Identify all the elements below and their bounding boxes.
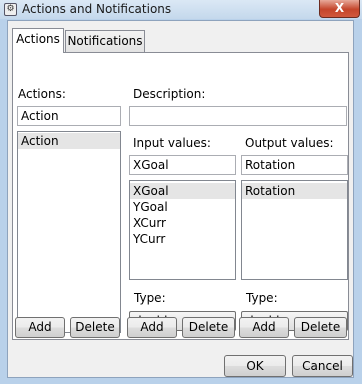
- input-values-list[interactable]: XGoal YGoal XCurr YCurr: [129, 180, 236, 280]
- description-label: Description:: [133, 87, 206, 101]
- delete-output-button[interactable]: Delete: [294, 317, 347, 338]
- list-item[interactable]: XGoal: [130, 183, 235, 199]
- ok-button[interactable]: OK: [224, 355, 286, 377]
- add-output-button[interactable]: Add: [239, 317, 289, 338]
- input-values-label: Input values:: [133, 136, 211, 150]
- list-item[interactable]: YGoal: [130, 199, 235, 215]
- input-value-name-field[interactable]: XGoal: [129, 155, 236, 175]
- gear-icon: ⚙: [4, 3, 17, 16]
- list-item[interactable]: XCurr: [130, 215, 235, 231]
- actions-tab-panel: Actions: Action Action Description: Inpu…: [12, 52, 349, 340]
- action-name-field[interactable]: Action: [17, 106, 121, 126]
- list-item[interactable]: Rotation: [242, 183, 347, 199]
- actions-label: Actions:: [18, 87, 66, 101]
- delete-action-button[interactable]: Delete: [70, 317, 120, 338]
- list-item[interactable]: Action: [18, 133, 120, 149]
- delete-input-button[interactable]: Delete: [182, 317, 235, 338]
- output-value-name-field[interactable]: Rotation: [241, 155, 348, 175]
- list-item[interactable]: YCurr: [130, 231, 235, 247]
- output-type-label: Type:: [246, 291, 278, 305]
- dialog-window: ⚙ Actions and Notifications X Actions No…: [0, 0, 362, 384]
- tab-notifications[interactable]: Notifications: [65, 30, 145, 52]
- output-values-list[interactable]: Rotation: [241, 180, 348, 280]
- title-bar[interactable]: ⚙ Actions and Notifications X: [0, 0, 362, 19]
- input-type-label: Type:: [134, 291, 166, 305]
- add-input-button[interactable]: Add: [127, 317, 177, 338]
- output-values-label: Output values:: [245, 136, 334, 150]
- tab-actions[interactable]: Actions: [12, 28, 64, 53]
- actions-list[interactable]: Action: [17, 131, 121, 333]
- description-field[interactable]: [129, 106, 347, 126]
- add-action-button[interactable]: Add: [15, 317, 65, 338]
- dialog-client-area: Actions Notifications Actions: Action Ac…: [7, 20, 354, 378]
- cancel-button[interactable]: Cancel: [292, 355, 353, 377]
- window-title: Actions and Notifications: [22, 2, 172, 16]
- close-button[interactable]: X: [319, 0, 360, 18]
